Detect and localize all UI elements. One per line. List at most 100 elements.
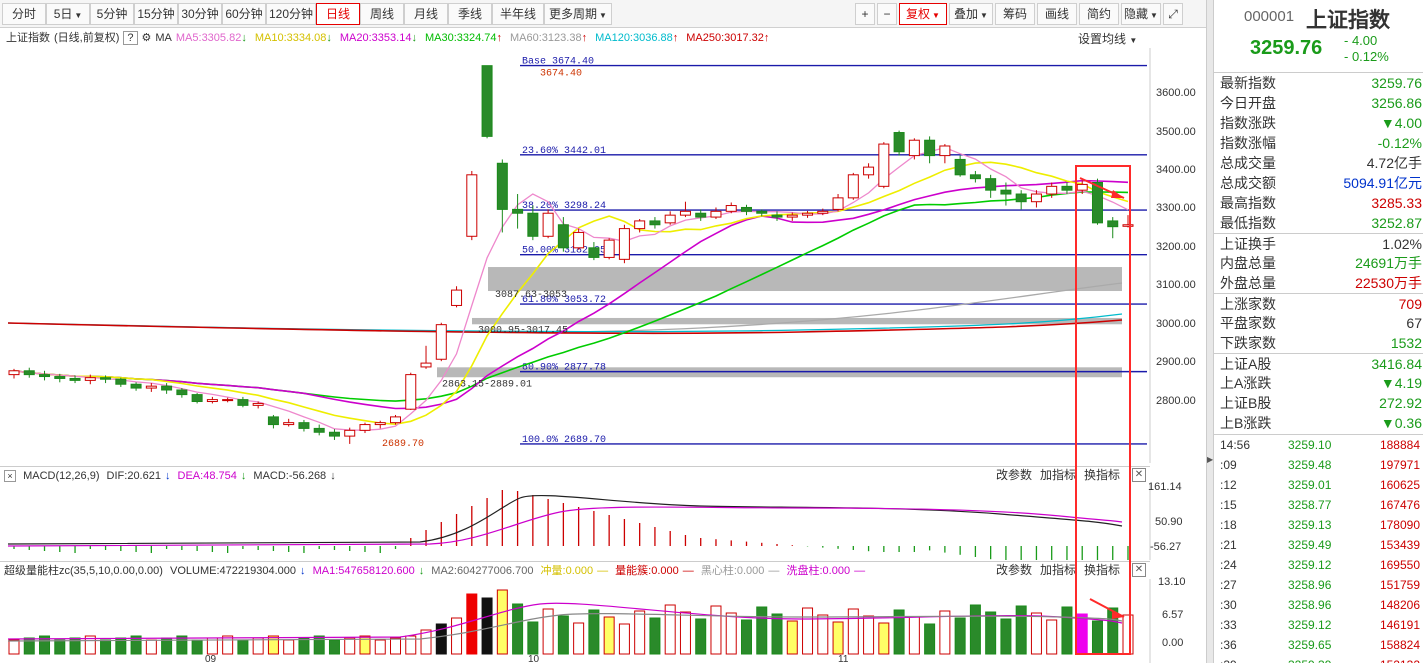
toolbar-60min-button[interactable]: 60分钟 (222, 3, 266, 25)
tick-price: 3259.48 (1288, 458, 1332, 472)
toolbar-minus-button[interactable]: − (877, 3, 897, 25)
chevron-down-icon: ▼ (1150, 11, 1158, 20)
candlestick-chart[interactable]: Base 3674.40 23.60% 3442.01 38.20% 3298.24… (0, 48, 1206, 463)
chevron-down-icon: ▼ (980, 11, 988, 20)
toolbar-label: 筹码 (1002, 7, 1027, 21)
quote-row: 上证B股 272.92 (1214, 393, 1423, 413)
toolbar-jianyue-button[interactable]: 简约 (1079, 3, 1119, 25)
quote-row: 总成交额 5094.91亿元 (1214, 173, 1423, 193)
change-value: - 4.00 (1344, 33, 1378, 48)
toolbar-5day-button[interactable]: 5日 ▼ (46, 3, 90, 25)
toolbar-120min-button[interactable]: 120分钟 (266, 3, 316, 25)
tick-time: :27 (1220, 578, 1237, 592)
fib-label: 38.20% 3298.24 (522, 201, 606, 212)
quote-label: 平盘家数 (1220, 315, 1276, 331)
toolbar-plus-button[interactable]: + (855, 3, 875, 25)
quote-value: 4.72亿手 (1366, 155, 1422, 171)
toolbar-diejia-button[interactable]: 叠加 ▼ (949, 3, 993, 25)
tick-row: :30 3258.96 148206 (1214, 595, 1423, 615)
candle-body (222, 399, 234, 402)
tick-price: 3259.49 (1288, 538, 1332, 552)
candle-body (603, 239, 615, 258)
quote-value: ▼4.19 (1380, 375, 1422, 391)
quote-label: 今日开盘 (1220, 95, 1276, 111)
toolbar-30min-button[interactable]: 30分钟 (178, 3, 222, 25)
toolbar-fullscreen-button[interactable]: ⤢ (1163, 3, 1183, 25)
tick-time: :18 (1220, 518, 1237, 532)
toolbar-label: 隐藏 (1124, 7, 1149, 21)
toolbar-more-button[interactable]: 更多周期 ▼ (544, 3, 612, 25)
candle-body (237, 399, 249, 406)
help-icon[interactable]: ? (123, 31, 138, 45)
toolbar-5min-button[interactable]: 5分钟 (90, 3, 134, 25)
candle-body (115, 378, 127, 385)
candle-body (939, 145, 951, 157)
quote-row: 最新指数 3259.76 (1214, 73, 1423, 93)
toolbar-daily-button[interactable]: 日线 (316, 3, 360, 25)
vol-header: 超级量能柱zc(35,5,10,0.00,0.00) VOLUME:472219… (0, 561, 1150, 579)
toolbar-label: 复权 (906, 7, 931, 21)
candle-body (1000, 189, 1012, 195)
toolbar-weekly-button[interactable]: 周线 (360, 3, 404, 25)
macd-tool-button[interactable]: 改参数 (996, 468, 1032, 482)
volume-bar (985, 611, 997, 655)
vol-liangneng: 量能簇:0.000 (615, 565, 679, 577)
toolbar-label: 简约 (1086, 7, 1111, 21)
quote-row: 上证换手 1.02% (1214, 233, 1423, 253)
tick-time: :21 (1220, 538, 1237, 552)
tick-time: :15 (1220, 498, 1237, 512)
ma-setting-button[interactable]: 设置均线 ▼ (1078, 30, 1137, 47)
quote-row: 今日开盘 3256.86 (1214, 93, 1423, 113)
volume-bar (283, 639, 295, 655)
toolbar-label: 120分钟 (268, 7, 314, 21)
quote-row: 指数涨跌 ▼4.00 (1214, 113, 1423, 133)
toolbar-label: 画线 (1044, 7, 1069, 21)
fib-label: 23.60% 3442.01 (522, 146, 606, 157)
toolbar-15min-button[interactable]: 15分钟 (134, 3, 178, 25)
toolbar-fenshi-button[interactable]: 分时 (2, 3, 46, 25)
quote-row: 内盘总量 24691万手 (1214, 253, 1423, 273)
candle-body (267, 416, 279, 426)
toolbar-quarter-button[interactable]: 季线 (448, 3, 492, 25)
quote-label: 下跌家数 (1220, 335, 1276, 351)
tick-price: 3259.39 (1288, 655, 1331, 663)
close-icon[interactable]: ✕ (1132, 563, 1146, 577)
quote-value: 24691万手 (1355, 255, 1422, 271)
toolbar-monthly-button[interactable]: 月线 (404, 3, 448, 25)
gap-zone (488, 267, 1122, 292)
panel-splitter[interactable]: ▶ (1206, 0, 1213, 663)
close-icon[interactable]: ✕ (1132, 468, 1146, 482)
quote-value: 5094.91亿元 (1343, 175, 1422, 191)
volume-bar (1000, 618, 1012, 655)
tick-time: :30 (1220, 598, 1237, 612)
vol-tool-button[interactable]: 加指标 (1040, 563, 1076, 577)
volume-bar (573, 622, 585, 655)
volume-bar (863, 615, 875, 655)
volume-bar (1061, 606, 1073, 655)
toolbar-label: 叠加 (954, 7, 979, 21)
volume-chart: 09 10 11 (7, 579, 1151, 663)
tick-time: :24 (1220, 558, 1237, 572)
volume-bar (512, 603, 524, 655)
quote-label: 上证A股 (1220, 356, 1272, 372)
tick-price: 3259.13 (1288, 518, 1332, 532)
candle-body (405, 374, 417, 410)
candle-body (557, 224, 569, 249)
toolbar-huaxian-button[interactable]: 画线 (1037, 3, 1077, 25)
tick-row: :18 3259.13 178090 (1214, 515, 1423, 535)
gear-icon[interactable]: ⚙ (142, 28, 152, 48)
toolbar-label: 5日 (53, 7, 73, 21)
vol-tool-button[interactable]: 改参数 (996, 563, 1032, 577)
toolbar-chouma-button[interactable]: 筹码 (995, 3, 1035, 25)
toolbar-label: 更多周期 (549, 7, 598, 21)
tick-time: 14:56 (1220, 438, 1251, 452)
toolbar-yincang-button[interactable]: 隐藏 ▼ (1121, 3, 1161, 25)
collapse-icon[interactable]: × (4, 470, 16, 482)
volume-bar (786, 620, 798, 655)
volume-bar (695, 618, 707, 655)
candle-body (756, 210, 768, 214)
macd-tool-button[interactable]: 加指标 (1040, 468, 1076, 482)
toolbar-fuquan-button[interactable]: 复权 ▼ (899, 3, 947, 25)
toolbar-halfyear-button[interactable]: 半年线 (492, 3, 544, 25)
tick-list[interactable]: 14:56 3259.10 188884:09 3259.48 197971:12 325… (1214, 434, 1423, 663)
